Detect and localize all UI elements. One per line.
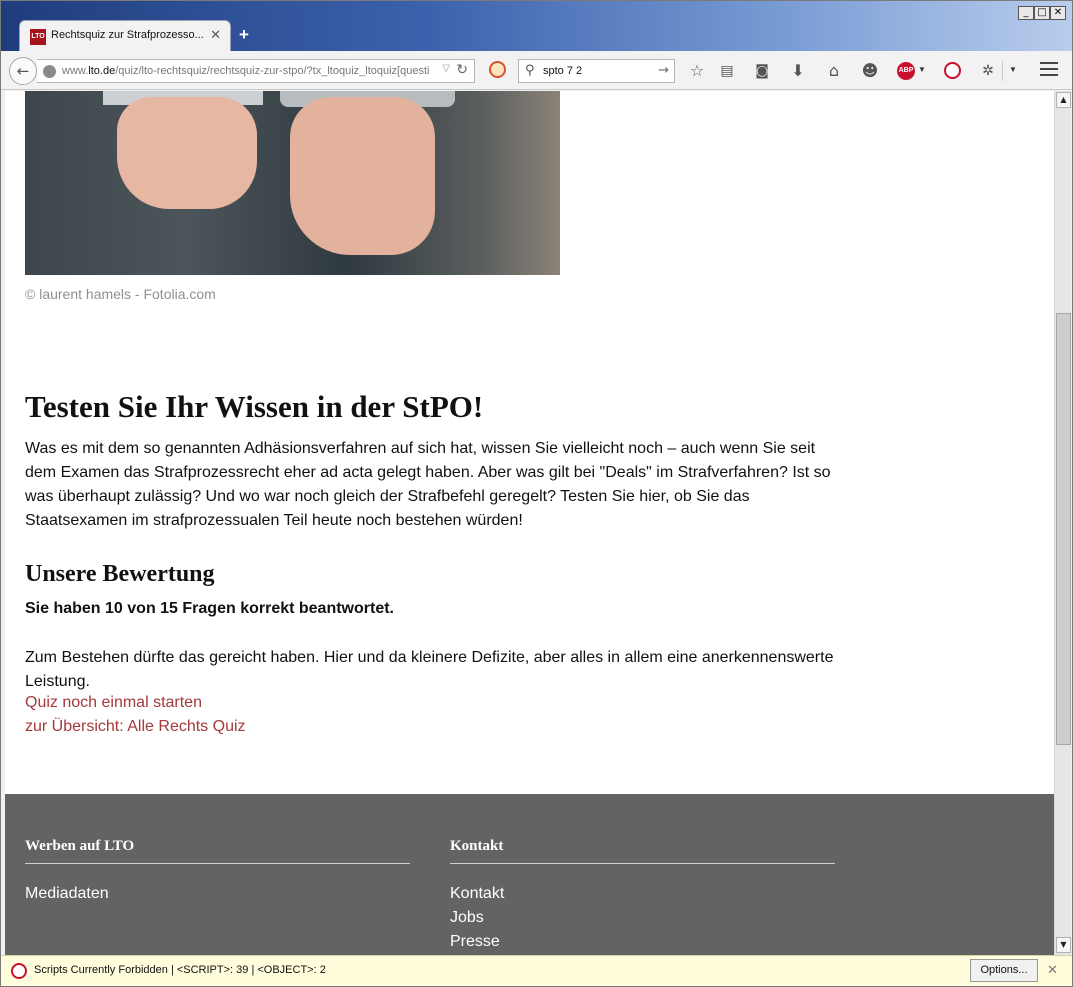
lto-favicon-icon: LTO xyxy=(30,29,46,45)
star-icon[interactable]: ☆ xyxy=(686,60,708,82)
footer-link-presse[interactable]: Presse xyxy=(450,930,835,954)
quiz-heading: Testen Sie Ihr Wissen in der StPO! xyxy=(25,389,484,424)
back-button[interactable]: ← xyxy=(9,57,37,85)
options-button[interactable]: Options... xyxy=(970,959,1038,982)
image-credit: © laurent hamels - Fotolia.com xyxy=(25,286,216,302)
extension-icon[interactable]: ✲ xyxy=(977,60,999,82)
result-heading: Unsere Bewertung xyxy=(25,561,215,587)
maximize-button[interactable]: □ xyxy=(1034,6,1050,20)
restart-quiz-link[interactable]: Quiz noch einmal starten xyxy=(25,694,202,712)
noscript-notification-bar: Scripts Currently Forbidden | <SCRIPT>: … xyxy=(1,955,1072,986)
scroll-thumb[interactable] xyxy=(1056,313,1071,745)
fist-right xyxy=(290,97,435,255)
footer-list: Mediadaten xyxy=(25,882,410,906)
footer-column-kontakt: Kontakt Kontakt Jobs Presse xyxy=(450,838,835,954)
tab-close-icon[interactable]: ✕ xyxy=(210,27,221,43)
site-footer: Werben auf LTO Mediadaten Kontakt Kontak… xyxy=(5,794,1054,955)
tab-rechtsquiz[interactable]: LTO Rechtsquiz zur Strafprozesso... ✕ xyxy=(19,20,231,51)
footer-link-mediadaten[interactable]: Mediadaten xyxy=(25,882,410,906)
overflow-dropdown-icon[interactable]: ▼ xyxy=(1009,65,1017,74)
clipboard-icon[interactable]: ▤ xyxy=(716,60,738,82)
url-text: www.lto.de/quiz/lto-rechtsquiz/rechtsqui… xyxy=(62,65,430,77)
result-score: Sie haben 10 von 15 Fragen korrekt beant… xyxy=(25,600,394,617)
toolbar-separator xyxy=(1002,61,1003,81)
footer-title: Werben auf LTO xyxy=(25,838,410,864)
smiley-icon[interactable]: ☻ xyxy=(859,60,881,82)
search-icon: ⚲ xyxy=(525,63,535,78)
scroll-down-icon[interactable]: ▼ xyxy=(1056,937,1071,953)
browser-window: LTO Rechtsquiz zur Strafprozesso... ✕ + … xyxy=(0,0,1073,987)
adblock-icon[interactable]: ABP xyxy=(897,62,915,80)
quiz-overview-link[interactable]: zur Übersicht: Alle Rechts Quiz xyxy=(25,718,246,736)
noscript-menu-icon[interactable] xyxy=(944,62,961,79)
noscript-icon[interactable] xyxy=(489,61,506,78)
close-window-button[interactable]: ✕ xyxy=(1050,6,1066,20)
footer-column-werben: Werben auf LTO Mediadaten xyxy=(25,838,410,906)
pocket-icon[interactable]: ◙ xyxy=(751,60,773,82)
home-icon[interactable]: ⌂ xyxy=(823,60,845,82)
url-history-dropdown-icon[interactable]: ▽ xyxy=(442,63,450,74)
globe-icon[interactable] xyxy=(43,65,56,78)
new-tab-button[interactable]: + xyxy=(239,25,249,45)
url-bar[interactable]: www.lto.de/quiz/lto-rechtsquiz/rechtsqui… xyxy=(37,59,475,83)
adblock-dropdown-icon[interactable]: ▼ xyxy=(918,65,926,74)
notification-text: Scripts Currently Forbidden | <SCRIPT>: … xyxy=(34,964,326,976)
fist-left xyxy=(117,97,257,209)
notification-close-icon[interactable]: ✕ xyxy=(1047,963,1058,978)
tab-title: Rechtsquiz zur Strafprozesso... xyxy=(51,29,203,41)
search-bar[interactable]: ⚲ spto 7 2 → xyxy=(518,59,675,83)
hamburger-icon[interactable] xyxy=(1040,62,1058,78)
title-bar: LTO Rechtsquiz zur Strafprozesso... ✕ + … xyxy=(1,1,1072,51)
page-viewport: © laurent hamels - Fotolia.com Testen Si… xyxy=(5,91,1054,955)
scroll-up-icon[interactable]: ▲ xyxy=(1056,92,1071,108)
minimize-button[interactable]: _ xyxy=(1018,6,1034,20)
navigation-toolbar: ← www.lto.de/quiz/lto-rechtsquiz/rechtsq… xyxy=(1,51,1072,90)
footer-list: Kontakt Jobs Presse xyxy=(450,882,835,954)
search-go-icon[interactable]: → xyxy=(658,63,669,78)
reload-icon[interactable]: ↻ xyxy=(456,62,468,78)
footer-title: Kontakt xyxy=(450,838,835,864)
footer-link-jobs[interactable]: Jobs xyxy=(450,906,835,930)
noscript-notify-icon xyxy=(11,963,27,979)
quiz-intro: Was es mit dem so genannten Adhäsionsver… xyxy=(25,440,831,529)
vertical-scrollbar[interactable]: ▲ ▼ xyxy=(1054,91,1071,955)
download-icon[interactable]: ⬇ xyxy=(787,60,809,82)
result-text: Zum Bestehen dürfte das gereicht haben. … xyxy=(25,649,834,690)
article-image-handcuffs xyxy=(25,91,560,275)
back-arrow-icon: ← xyxy=(16,62,30,80)
search-input[interactable]: spto 7 2 xyxy=(543,65,582,77)
footer-link-kontakt[interactable]: Kontakt xyxy=(450,882,835,906)
